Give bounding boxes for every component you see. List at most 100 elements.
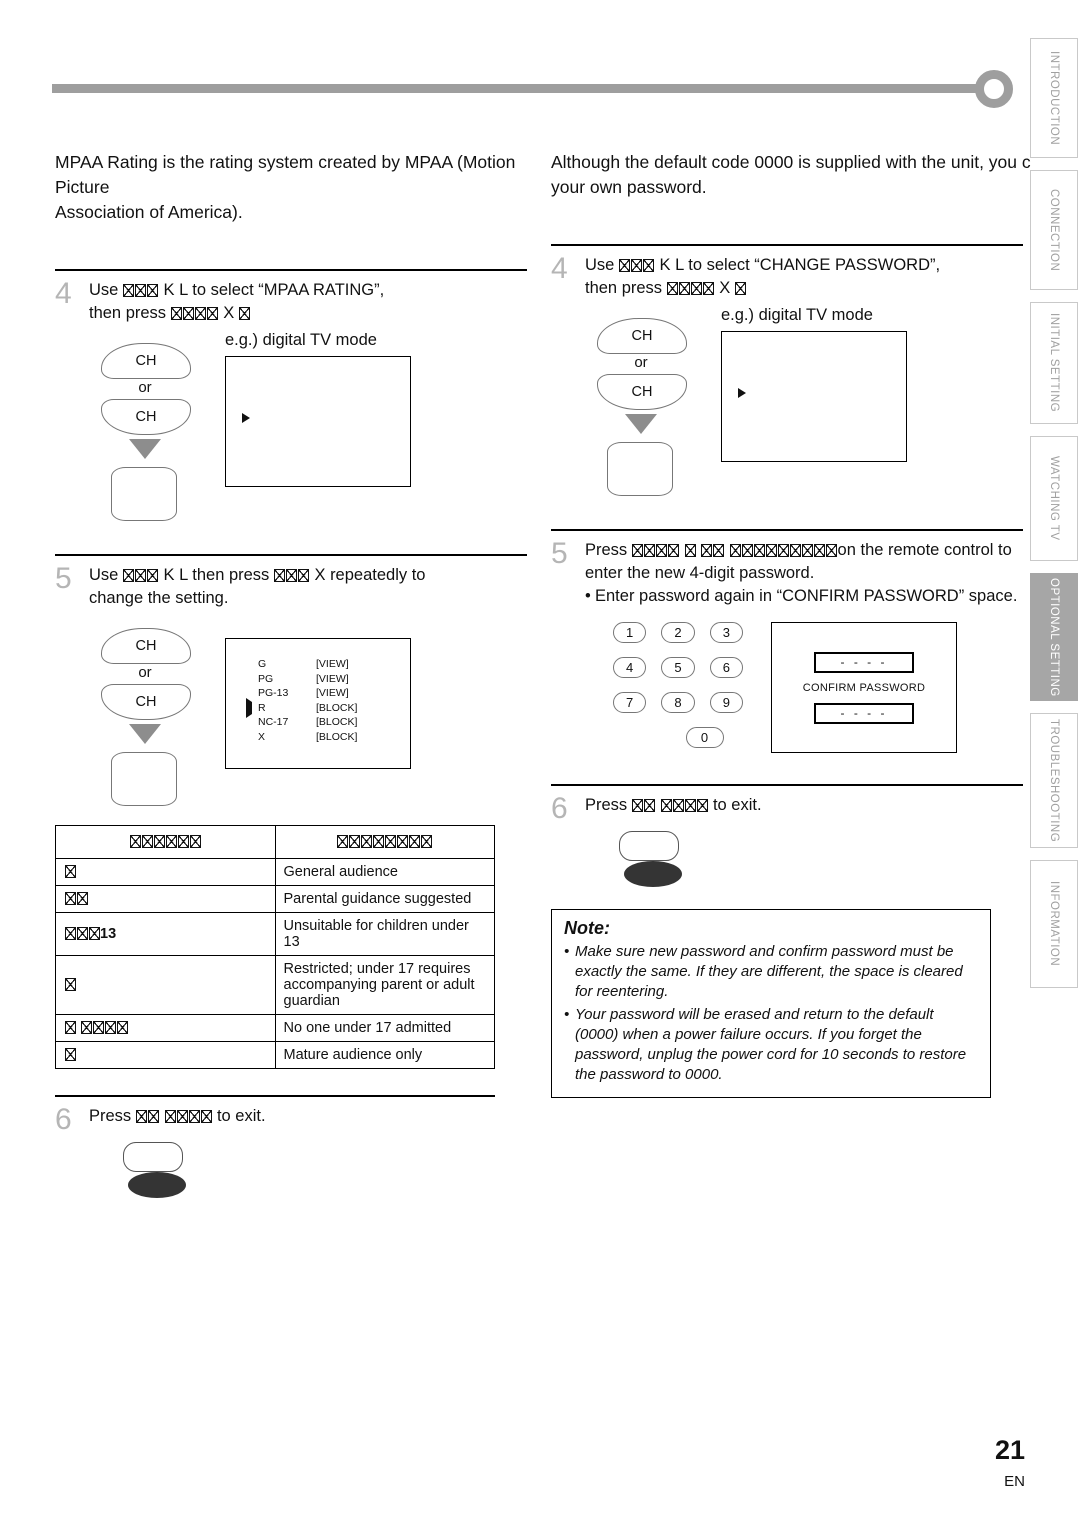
section-tab-watching-tv[interactable]: WATCHING TV <box>1030 436 1078 561</box>
osd-row[interactable]: PG [VIEW] <box>246 672 410 687</box>
key-3[interactable]: 3 <box>709 622 743 643</box>
tab-label: CONNECTION <box>1048 188 1060 272</box>
glyph-box-icon <box>200 1110 212 1123</box>
step-text-line2: change the setting. <box>89 589 229 607</box>
glyph-box-icon <box>64 1048 76 1061</box>
channel-down-button[interactable]: CH <box>101 399 191 435</box>
exit-button-shadow <box>128 1172 186 1198</box>
glyph-box-icon <box>188 1110 200 1123</box>
osd-rating-value: [VIEW] <box>316 687 349 699</box>
glyph-box-icon <box>153 835 165 848</box>
channel-up-button[interactable]: CH <box>101 628 191 664</box>
section-tab-optional-setting[interactable]: OPTIONAL SETTING <box>1030 573 1078 701</box>
key-9[interactable]: 9 <box>709 692 743 713</box>
glyph-box-icon <box>147 284 159 297</box>
step-text: Use K L to select “CHANGE PASSWORD”, the… <box>585 254 1023 300</box>
channel-down-button[interactable]: CH <box>101 684 191 720</box>
glyph-box-icon <box>684 799 696 812</box>
step-text-line2-prefix: then press <box>585 279 667 297</box>
ok-button-graphic[interactable] <box>111 752 177 806</box>
key-8[interactable]: 8 <box>661 692 695 713</box>
tab-label: INFORMATION <box>1048 881 1060 967</box>
step-number: 4 <box>55 277 72 310</box>
step-text-line2: enter the new 4-digit password. <box>585 564 815 582</box>
key-4[interactable]: 4 <box>613 657 647 678</box>
bullet-icon: • <box>564 1006 570 1023</box>
ok-button-graphic[interactable] <box>111 467 177 521</box>
glyph-box-icon <box>409 835 421 848</box>
osd-row[interactable]: PG-13 [VIEW] <box>246 686 410 701</box>
step-text: Press on the remote control to enter the… <box>585 539 1023 585</box>
key-label: 3 <box>722 625 730 640</box>
section-tab-troubleshooting[interactable]: TROUBLESHOOTING <box>1030 713 1078 848</box>
channel-down-button[interactable]: CH <box>597 374 687 410</box>
channel-up-button[interactable]: CH <box>101 343 191 379</box>
step-text-prefix: Use <box>585 256 619 274</box>
glyph-box-icon <box>667 282 679 295</box>
glyph-box-icon <box>171 307 183 320</box>
channel-down-label: CH <box>135 409 157 425</box>
key-1[interactable]: 1 <box>613 622 647 643</box>
step-number: 5 <box>55 562 72 595</box>
glyph-box-icon <box>814 544 826 557</box>
exit-button[interactable] <box>123 1142 183 1172</box>
glyph-box-icon <box>713 544 725 557</box>
step-text-prefix: Press <box>585 541 632 559</box>
osd-rating-value: [BLOCK] <box>316 701 358 714</box>
glyph-box-icon <box>298 569 310 582</box>
glyph-box-icon <box>701 544 713 557</box>
glyph-box-icon <box>239 307 251 320</box>
rating-cell <box>55 858 276 886</box>
confirm-password-field[interactable]: - - - - <box>814 702 914 724</box>
key-5[interactable]: 5 <box>661 657 695 678</box>
section-tab-introduction[interactable]: INTRODUCTION <box>1030 38 1078 158</box>
exit-button-graphic <box>123 1142 213 1214</box>
glyph-box-icon <box>742 544 754 557</box>
key-6[interactable]: 6 <box>709 657 743 678</box>
rating-suffix: 13 <box>100 926 117 942</box>
step-number: 5 <box>551 537 568 570</box>
step-text: Use K L then press X repeatedly to chang… <box>89 564 527 610</box>
step-number: 4 <box>551 252 568 285</box>
new-password-field[interactable]: - - - - <box>814 651 914 673</box>
rating-cell: 13 <box>55 912 276 956</box>
osd-rating-name: X <box>258 730 266 743</box>
key-7[interactable]: 7 <box>613 692 647 713</box>
keypad-row: 7 8 9 <box>613 692 743 713</box>
glyph-box-icon <box>691 282 703 295</box>
right-step-4: 4 Use K L to select “CHANGE PASSWORD”, t… <box>551 246 1023 496</box>
mpaa-rating-table: General audience Parental guidance sugge… <box>55 825 495 1069</box>
key-label: 7 <box>626 695 634 710</box>
section-tab-initial-setting[interactable]: INITIAL SETTING <box>1030 302 1078 424</box>
ok-button-graphic[interactable] <box>607 442 673 496</box>
step-number: 6 <box>551 792 568 825</box>
glyph-box-icon <box>826 544 838 557</box>
glyph-box-icon <box>64 1021 76 1034</box>
rating-cell <box>55 1014 276 1042</box>
glyph-box-icon <box>619 259 631 272</box>
key-label: 5 <box>674 660 682 675</box>
key-0[interactable]: 0 <box>685 727 724 748</box>
key-2[interactable]: 2 <box>661 622 695 643</box>
osd-row[interactable]: G [VIEW] <box>246 657 410 672</box>
osd-row-selected[interactable]: R [BLOCK] <box>246 697 410 718</box>
rating-cell <box>55 885 276 913</box>
exit-button[interactable] <box>619 831 679 861</box>
osd-selector-slot <box>246 730 258 745</box>
right-step-5: 5 Press on the remote control to enter t… <box>551 531 1023 762</box>
left-step-5: 5 Use K L then press X repeatedly to cha… <box>55 556 527 806</box>
osd-row[interactable]: X [BLOCK] <box>246 730 410 745</box>
channel-up-button[interactable]: CH <box>597 318 687 354</box>
step-text: Press to exit. <box>89 1105 527 1128</box>
note-title: Note: <box>564 918 610 938</box>
osd-selector-slot <box>246 697 258 718</box>
step-number: 6 <box>55 1103 72 1136</box>
tv-screen-preview <box>721 331 907 462</box>
section-tab-information[interactable]: INFORMATION <box>1030 860 1078 988</box>
page-number: 21 <box>994 1435 1025 1465</box>
osd-row[interactable]: NC-17 [BLOCK] <box>246 715 410 730</box>
down-arrow-icon <box>129 724 161 744</box>
confirm-password-label: CONFIRM PASSWORD <box>802 681 926 694</box>
mpaa-intro-line1: MPAA Rating is the rating system created… <box>55 152 516 197</box>
manual-page: INTRODUCTION CONNECTION INITIAL SETTING … <box>0 0 1080 1526</box>
